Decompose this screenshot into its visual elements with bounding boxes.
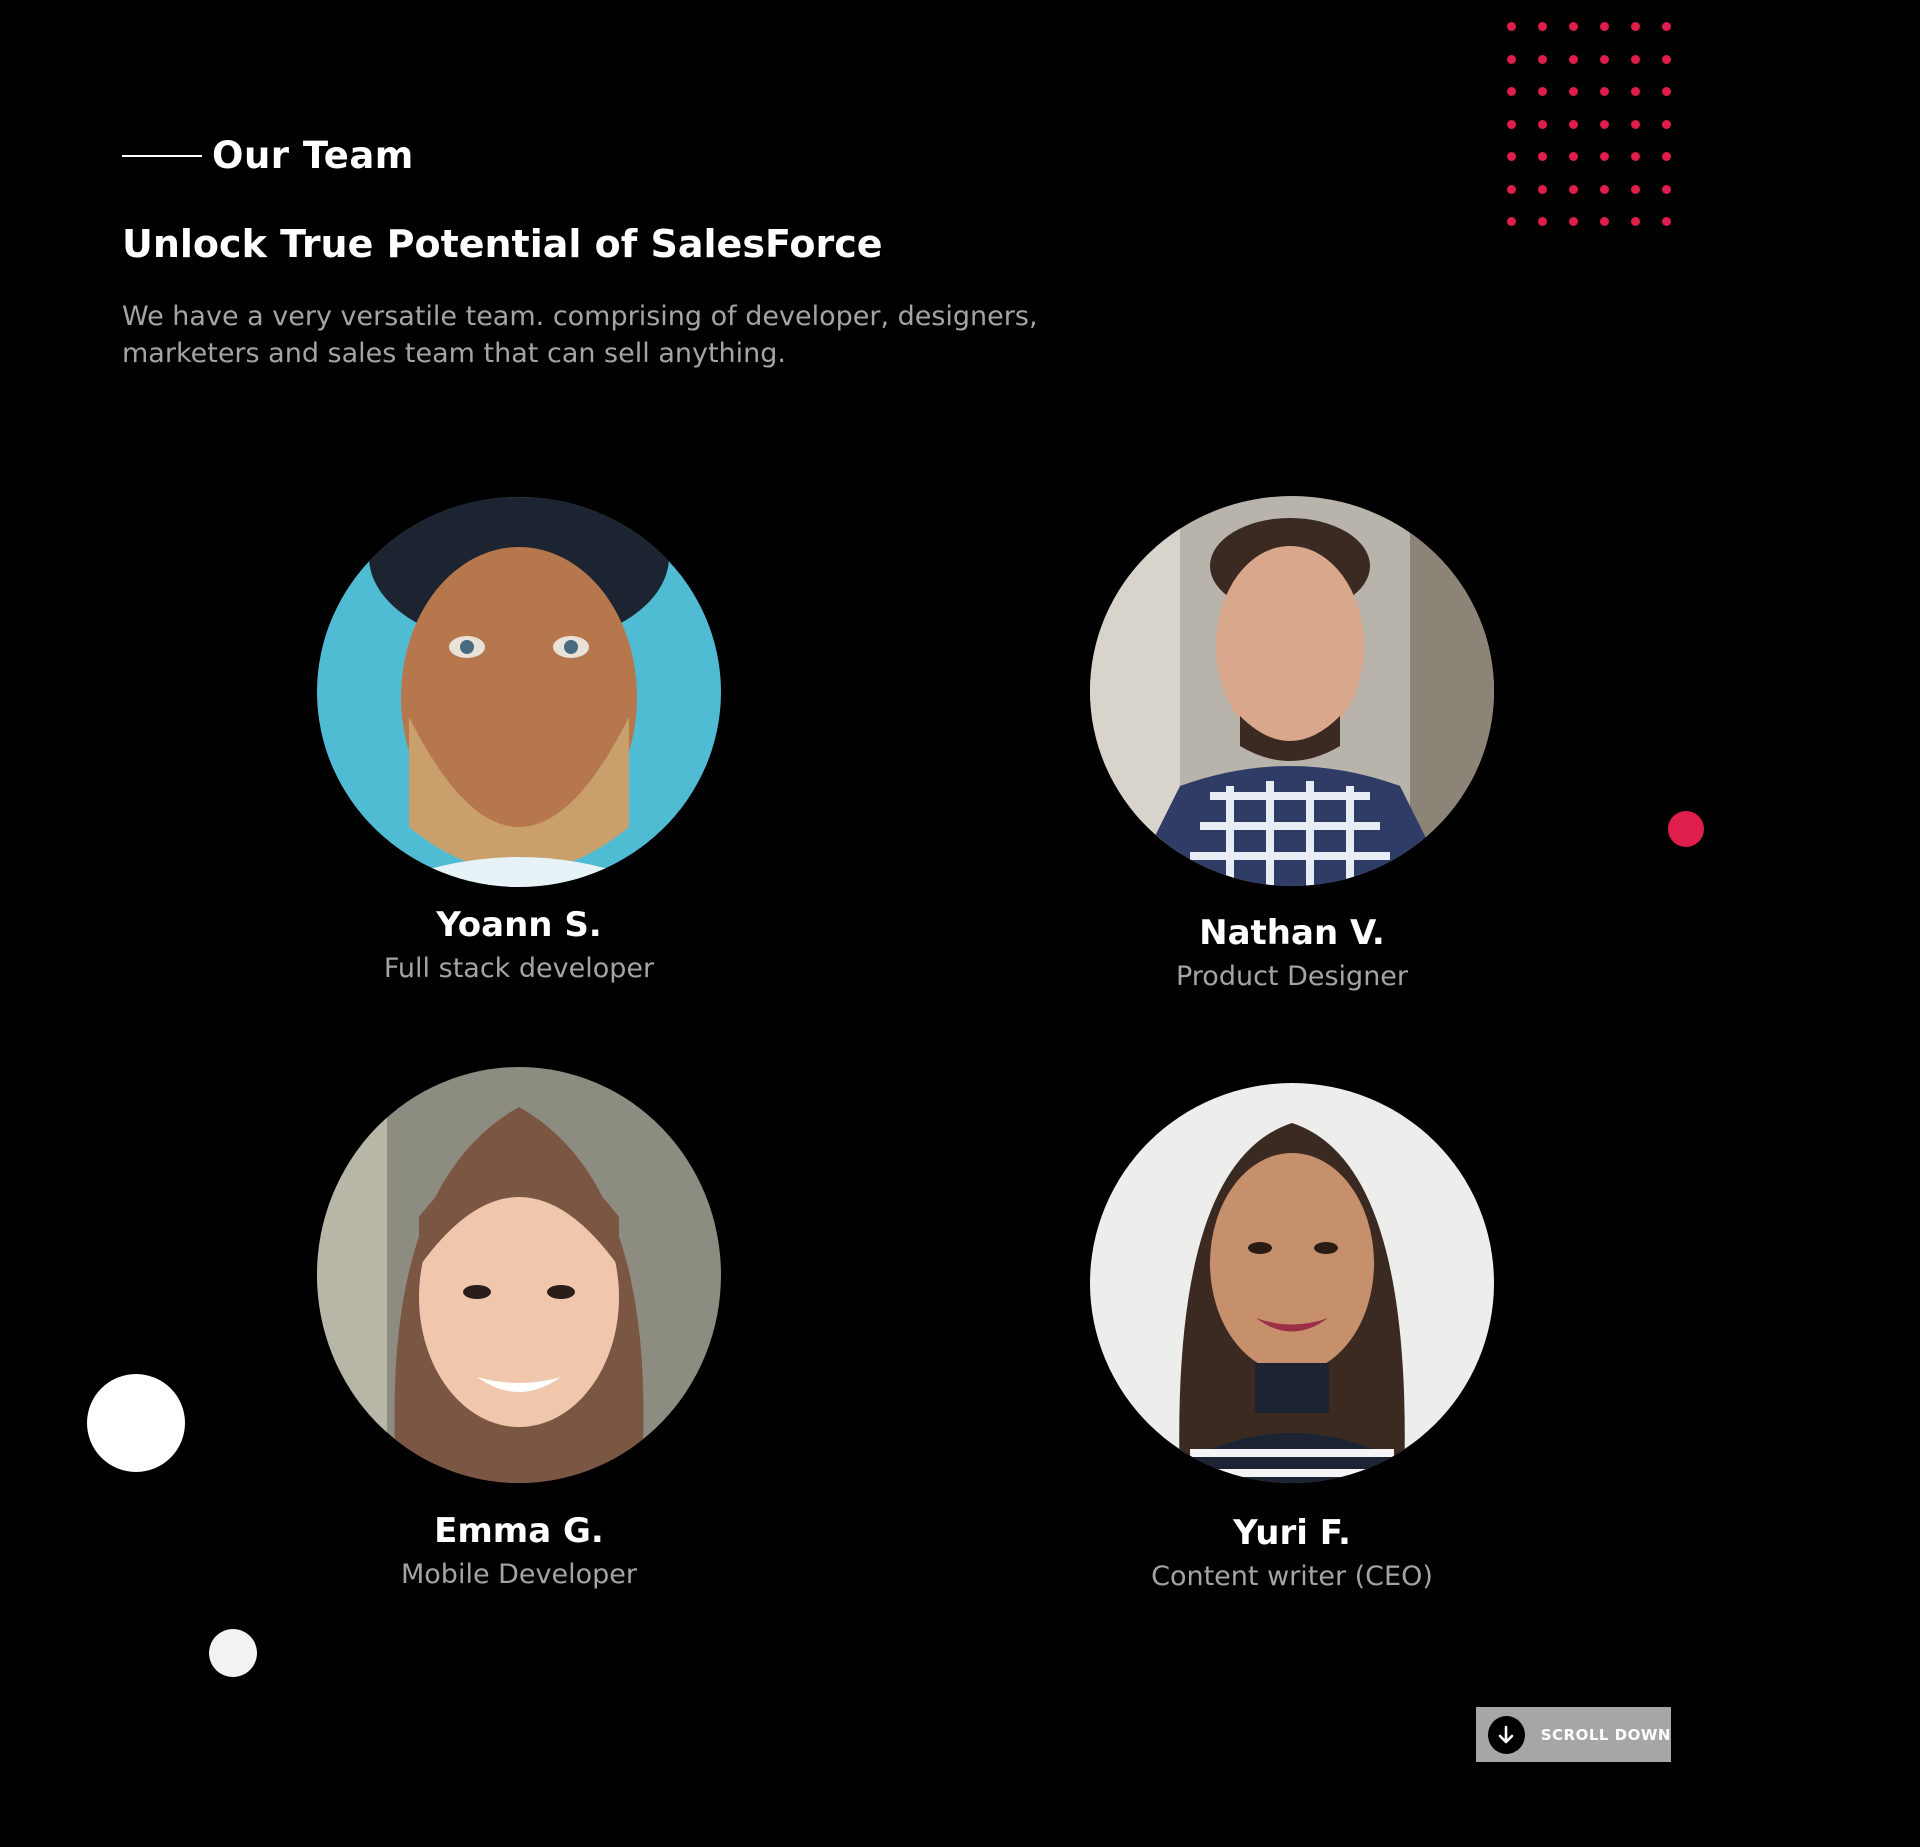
decorative-dot (1631, 54, 1640, 64)
decorative-dot (1631, 217, 1640, 226)
team-member-card: Nathan V. Product Designer (1082, 496, 1502, 992)
decorative-dot (1600, 119, 1609, 129)
decorative-dot (1662, 184, 1671, 194)
decorative-dot (1538, 152, 1547, 161)
decorative-dot (1662, 217, 1671, 226)
decorative-dot (1631, 184, 1640, 194)
team-member-name: Emma G. (434, 1511, 604, 1551)
decorative-dot (1600, 217, 1609, 226)
team-member-card: Emma G. Mobile Developer (309, 1067, 729, 1590)
decorative-dot (1507, 152, 1516, 161)
decorative-dot (1507, 87, 1516, 96)
team-member-card: Yuri F. Content writer (CEO) (1082, 1083, 1502, 1592)
decorative-dot (1538, 184, 1547, 194)
decorative-dot (1631, 22, 1640, 31)
decorative-dot-grid (1507, 22, 1677, 232)
arrow-down-icon (1488, 1715, 1525, 1754)
decorative-dot (1538, 217, 1547, 226)
team-member-role: Content writer (CEO) (1151, 1561, 1433, 1592)
decorative-dot (1631, 152, 1640, 161)
decorative-dot (1662, 54, 1671, 64)
decorative-white-circle-large (87, 1374, 185, 1472)
decorative-dot (1662, 119, 1671, 129)
decorative-dot (1662, 152, 1671, 161)
team-member-name: Yuri F. (1233, 1513, 1351, 1553)
scroll-down-button[interactable]: SCROLL DOWN (1476, 1707, 1671, 1762)
decorative-dot (1662, 22, 1671, 31)
team-member-card: Yoann S. Full stack developer (309, 497, 729, 984)
decorative-dot (1569, 184, 1578, 194)
scroll-down-label: SCROLL DOWN (1540, 1725, 1671, 1744)
decorative-dot (1569, 152, 1578, 161)
decorative-dot (1507, 54, 1516, 64)
decorative-red-dot (1668, 811, 1704, 847)
decorative-dot (1600, 152, 1609, 161)
team-member-photo (317, 497, 721, 887)
decorative-dot (1600, 22, 1609, 31)
team-member-photo (1090, 1083, 1494, 1483)
decorative-dot (1600, 184, 1609, 194)
decorative-dot (1600, 54, 1609, 64)
decorative-dot (1538, 54, 1547, 64)
decorative-dot (1569, 54, 1578, 64)
decorative-dot (1507, 22, 1516, 31)
team-member-name: Nathan V. (1199, 913, 1385, 953)
decorative-dot (1538, 87, 1547, 96)
decorative-dot (1569, 119, 1578, 129)
decorative-dot (1569, 217, 1578, 226)
team-member-role: Product Designer (1175, 961, 1409, 992)
section-headline: Unlock True Potential of SalesForce (122, 222, 883, 266)
decorative-dot (1600, 87, 1609, 96)
decorative-dot (1631, 119, 1640, 129)
decorative-dot (1569, 87, 1578, 96)
team-member-name: Yoann S. (436, 905, 602, 945)
section-label: Our Team (122, 134, 414, 177)
decorative-dot (1507, 217, 1516, 226)
decorative-dot (1507, 119, 1516, 129)
decorative-dot (1507, 184, 1516, 194)
decorative-dot (1631, 87, 1640, 96)
decorative-dot (1569, 22, 1578, 31)
decorative-dot (1662, 87, 1671, 96)
decorative-dot (1538, 119, 1547, 129)
team-member-photo (1090, 496, 1494, 886)
team-member-role: Full stack developer (383, 953, 655, 984)
section-label-text: Our Team (212, 134, 414, 177)
decorative-dot (1538, 22, 1547, 31)
team-member-role: Mobile Developer (400, 1559, 637, 1590)
section-label-rule (122, 154, 202, 157)
decorative-white-circle-small (209, 1629, 257, 1677)
section-intro: We have a very versatile team. comprisin… (122, 301, 1038, 369)
team-member-photo (317, 1067, 721, 1483)
